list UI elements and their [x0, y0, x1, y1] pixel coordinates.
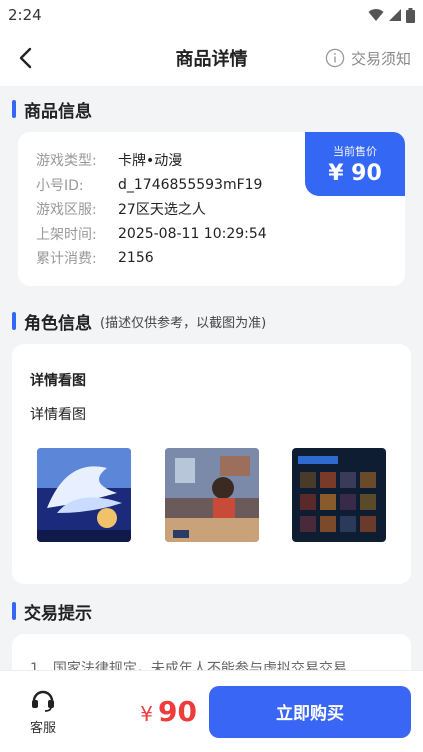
product-info-title: 商品信息	[24, 101, 92, 122]
battery-icon	[406, 7, 415, 23]
info-label: 上架时间:	[36, 226, 97, 243]
info-value: 卡牌•动漫	[118, 153, 183, 170]
status-icons	[368, 7, 415, 23]
product-info-card: 游戏类型: 卡牌•动漫 小号ID: d_1746855593mF19 游戏区服:…	[18, 132, 405, 286]
info-label: 游戏类型:	[36, 153, 97, 170]
role-detail-heading: 详情看图	[30, 373, 86, 389]
status-time: 2:24	[8, 6, 42, 24]
info-icon	[325, 48, 345, 68]
info-value: d_1746855593mF19	[118, 176, 263, 193]
info-label: 小号ID:	[36, 177, 84, 194]
section-accent-bar	[12, 602, 16, 620]
customer-service-label: 客服	[29, 721, 56, 736]
nav-bar: 商品详情 交易须知	[0, 30, 423, 86]
bottom-action-bar: 客服 ¥ 90 立即购买	[0, 670, 423, 752]
current-price-badge: 当前售价 ¥ 90	[305, 132, 405, 196]
bottom-price: ¥ 90	[68, 695, 209, 728]
product-info-header: 商品信息	[0, 86, 423, 132]
trade-notice-link[interactable]: 交易须知	[325, 48, 411, 69]
info-value: 2156	[118, 250, 154, 267]
role-info-card: 详情看图 详情看图	[12, 344, 411, 584]
currency-symbol: ¥	[140, 702, 153, 726]
screenshot-thumbnail[interactable]	[292, 448, 386, 542]
info-label: 累计消费:	[36, 251, 97, 268]
info-row-total-spend: 累计消费: 2156	[36, 246, 387, 271]
status-bar: 2:24	[0, 0, 423, 30]
screenshot-thumbnail[interactable]	[164, 448, 259, 542]
current-price-value: ¥ 90	[328, 160, 382, 186]
role-info-title: 角色信息	[24, 313, 92, 334]
screenshot-thumbnail[interactable]	[37, 448, 131, 542]
trade-notice-label: 交易须知	[350, 49, 411, 68]
info-row-server: 游戏区服: 27区天选之人	[36, 197, 387, 222]
role-detail-text: 详情看图	[30, 407, 86, 423]
bottom-price-value: 90	[158, 695, 197, 728]
wifi-icon	[368, 9, 384, 21]
trade-tips-header: 交易提示	[0, 588, 423, 634]
screenshot-gallery	[30, 448, 393, 542]
back-button[interactable]	[12, 44, 40, 72]
section-accent-bar	[12, 100, 16, 118]
section-accent-bar	[12, 312, 16, 330]
role-info-header: 角色信息 (描述仅供参考，以截图为准)	[0, 298, 423, 344]
headset-icon	[32, 690, 54, 712]
info-row-listed-time: 上架时间: 2025-08-11 10:29:54	[36, 222, 387, 247]
signal-icon	[389, 9, 401, 21]
trade-tips-title: 交易提示	[24, 603, 92, 624]
buy-now-button[interactable]: 立即购买	[209, 685, 411, 738]
page-title: 商品详情	[175, 49, 248, 70]
back-arrow-icon	[19, 47, 32, 69]
customer-service-button[interactable]: 客服	[18, 687, 68, 736]
info-value: 27区天选之人	[118, 202, 206, 219]
info-label: 游戏区服:	[36, 202, 97, 219]
current-price-label: 当前售价	[333, 144, 377, 158]
role-info-note: (描述仅供参考，以截图为准)	[100, 315, 267, 331]
info-value: 2025-08-11 10:29:54	[118, 225, 267, 242]
